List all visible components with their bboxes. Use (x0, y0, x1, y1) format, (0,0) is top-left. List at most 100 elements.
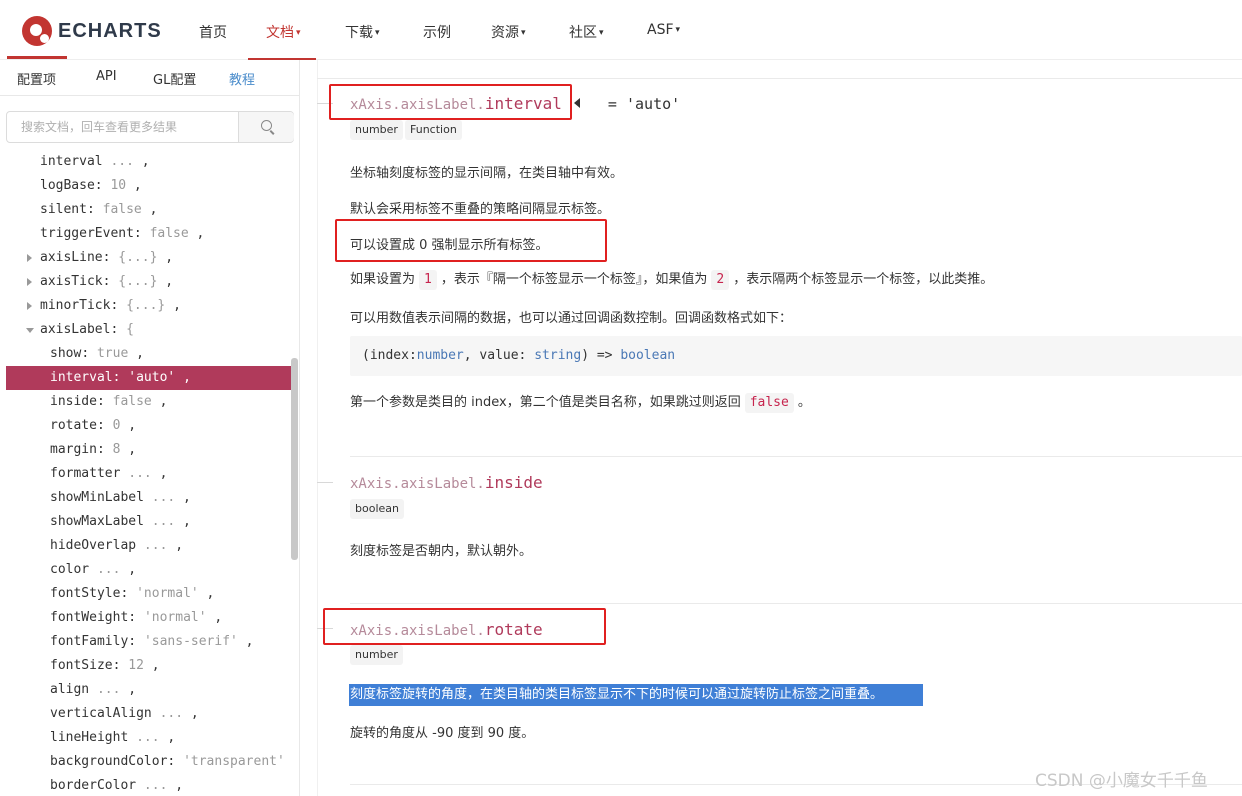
tree-item-text: borderColor ... , (50, 774, 183, 796)
tree-item-borderColor[interactable]: borderColor ... , (6, 774, 291, 796)
nav-resources[interactable]: 资源 ▾ (491, 22, 526, 42)
tree-sep (89, 562, 97, 577)
tree-sep: : (120, 586, 137, 601)
tree-item-fontStyle[interactable]: fontStyle: 'normal' , (6, 582, 291, 606)
tree-key: borderColor (50, 778, 137, 793)
sidebar-scrollbar[interactable] (291, 358, 298, 560)
tree-item-text: show: true , (50, 342, 144, 366)
tree-item-logBase[interactable]: logBase: 10 , (6, 174, 291, 198)
side-tab-tutorial[interactable]: 教程 (229, 69, 255, 88)
tree-key: show (50, 346, 82, 361)
tree-key: interval (40, 154, 103, 169)
tree-item-axisLine[interactable]: axisLine: {...} , (6, 246, 291, 270)
code-text: ) => (581, 348, 621, 363)
tree-key: lineHeight (50, 730, 129, 745)
tree-tail: , (183, 706, 199, 721)
tree-key: inside (50, 394, 97, 409)
tree-item-hideOverlap[interactable]: hideOverlap ... , (6, 534, 291, 558)
text: ，表示隔两个标签显示一个标签，以此类推。 (733, 272, 994, 287)
timeline-line (317, 60, 318, 796)
tree-item-text: hideOverlap ... , (50, 534, 183, 558)
search-button[interactable] (238, 112, 294, 142)
inline-code: 1 (419, 270, 437, 290)
type-tag-function: Function (405, 120, 462, 140)
logo-underline (7, 56, 67, 59)
tree-sep: : (102, 250, 119, 265)
nav-download[interactable]: 下载 ▾ (345, 22, 380, 42)
text: 第一个参数是类目的 index，第二个值是类目名称，如果跳过则返回 (350, 395, 741, 410)
caret-down-icon[interactable] (26, 328, 34, 333)
type-tag-boolean: boolean (350, 499, 404, 519)
nav-community[interactable]: 社区 ▾ (569, 22, 604, 42)
doc-search (6, 111, 294, 143)
caret-right-icon[interactable] (27, 278, 32, 286)
tree-item-margin[interactable]: margin: 8 , (6, 438, 291, 462)
nav-docs[interactable]: 文档 ▾ (266, 22, 301, 42)
caret-right-icon[interactable] (27, 302, 32, 310)
nav-label: 首页 (199, 25, 227, 41)
side-tab-gl[interactable]: GL配置 (153, 69, 196, 88)
prop-name: inside (484, 473, 543, 492)
tree-tail: , (206, 610, 223, 625)
tree-item-text: inside: false , (50, 390, 167, 414)
tree-item-interval[interactable]: interval ... , (6, 150, 291, 174)
side-tab-options[interactable]: 配置项 (17, 69, 56, 88)
tree-item-showMinLabel[interactable]: showMinLabel ... , (6, 486, 291, 510)
tree-item-text: fontFamily: 'sans-serif' , (50, 630, 254, 654)
nav-home[interactable]: 首页 (199, 22, 227, 42)
tree-item-show[interactable]: show: true , (6, 342, 291, 366)
tree-item-text: showMinLabel ... , (50, 486, 191, 510)
tree-tail: , (126, 178, 142, 193)
tree-item-silent[interactable]: silent: false , (6, 198, 291, 222)
tree-val: false (149, 226, 189, 241)
tree-item-interval[interactable]: interval: 'auto' , (6, 366, 291, 390)
tree-item-verticalAlign[interactable]: verticalAlign ... , (6, 702, 291, 726)
top-navbar: ECHARTS 首页 文档 ▾ 下载 ▾ 示例 资源 ▾ 社区 ▾ ASF ▾ (0, 0, 1242, 60)
tree-item-showMaxLabel[interactable]: showMaxLabel ... , (6, 510, 291, 534)
collapse-arrow-icon[interactable] (573, 98, 580, 108)
tree-tail: , (175, 370, 191, 385)
inline-code: 2 (711, 270, 730, 290)
tree-item-text: formatter ... , (50, 462, 167, 486)
tree-item-color[interactable]: color ... , (6, 558, 291, 582)
search-input[interactable] (7, 112, 238, 142)
tree-item-fontSize[interactable]: fontSize: 12 , (6, 654, 291, 678)
tree-sep: : (96, 394, 113, 409)
code-type: string (534, 348, 582, 363)
tree-item-rotate[interactable]: rotate: 0 , (6, 414, 291, 438)
tree-tail: , (141, 202, 158, 217)
tree-key: align (50, 682, 90, 697)
tree-item-formatter[interactable]: formatter ... , (6, 462, 291, 486)
nav-examples[interactable]: 示例 (423, 22, 451, 42)
tree-sep: : (167, 754, 184, 769)
tree-key: hideOverlap (50, 538, 137, 553)
tree-item-lineHeight[interactable]: lineHeight ... , (6, 726, 291, 750)
nav-label: 社区 (569, 25, 597, 41)
tree-item-text: rotate: 0 , (50, 414, 136, 438)
tree-item-text: minorTick: {...} , (40, 294, 181, 318)
tree-item-triggerEvent[interactable]: triggerEvent: false , (6, 222, 291, 246)
tree-item-align[interactable]: align ... , (6, 678, 291, 702)
tree-item-backgroundColor[interactable]: backgroundColor: 'transparent' (6, 750, 291, 774)
tree-sep (136, 778, 144, 793)
search-icon (261, 120, 272, 131)
tree-sep (144, 514, 152, 529)
tree-item-text: axisLine: {...} , (40, 246, 173, 270)
tree-item-inside[interactable]: inside: false , (6, 390, 291, 414)
tree-item-minorTick[interactable]: minorTick: {...} , (6, 294, 291, 318)
side-tab-api[interactable]: API (96, 69, 117, 84)
tree-tail: , (157, 274, 174, 289)
divider (0, 95, 300, 96)
tree-val: 'transparent' (183, 754, 285, 769)
tree-item-axisTick[interactable]: axisTick: {...} , (6, 270, 291, 294)
tree-item-text: showMaxLabel ... , (50, 510, 191, 534)
caret-right-icon[interactable] (27, 254, 32, 262)
tree-item-axisLabel[interactable]: axisLabel: { (6, 318, 291, 342)
tree-key: fontSize (50, 658, 113, 673)
tree-item-fontWeight[interactable]: fontWeight: 'normal' , (6, 606, 291, 630)
prop-prefix: xAxis.axisLabel. (350, 476, 485, 492)
nav-asf[interactable]: ASF ▾ (647, 22, 680, 38)
tree-item-fontFamily[interactable]: fontFamily: 'sans-serif' , (6, 630, 291, 654)
echarts-logo[interactable]: ECHARTS (22, 14, 162, 48)
tree-key: logBase (40, 178, 95, 193)
